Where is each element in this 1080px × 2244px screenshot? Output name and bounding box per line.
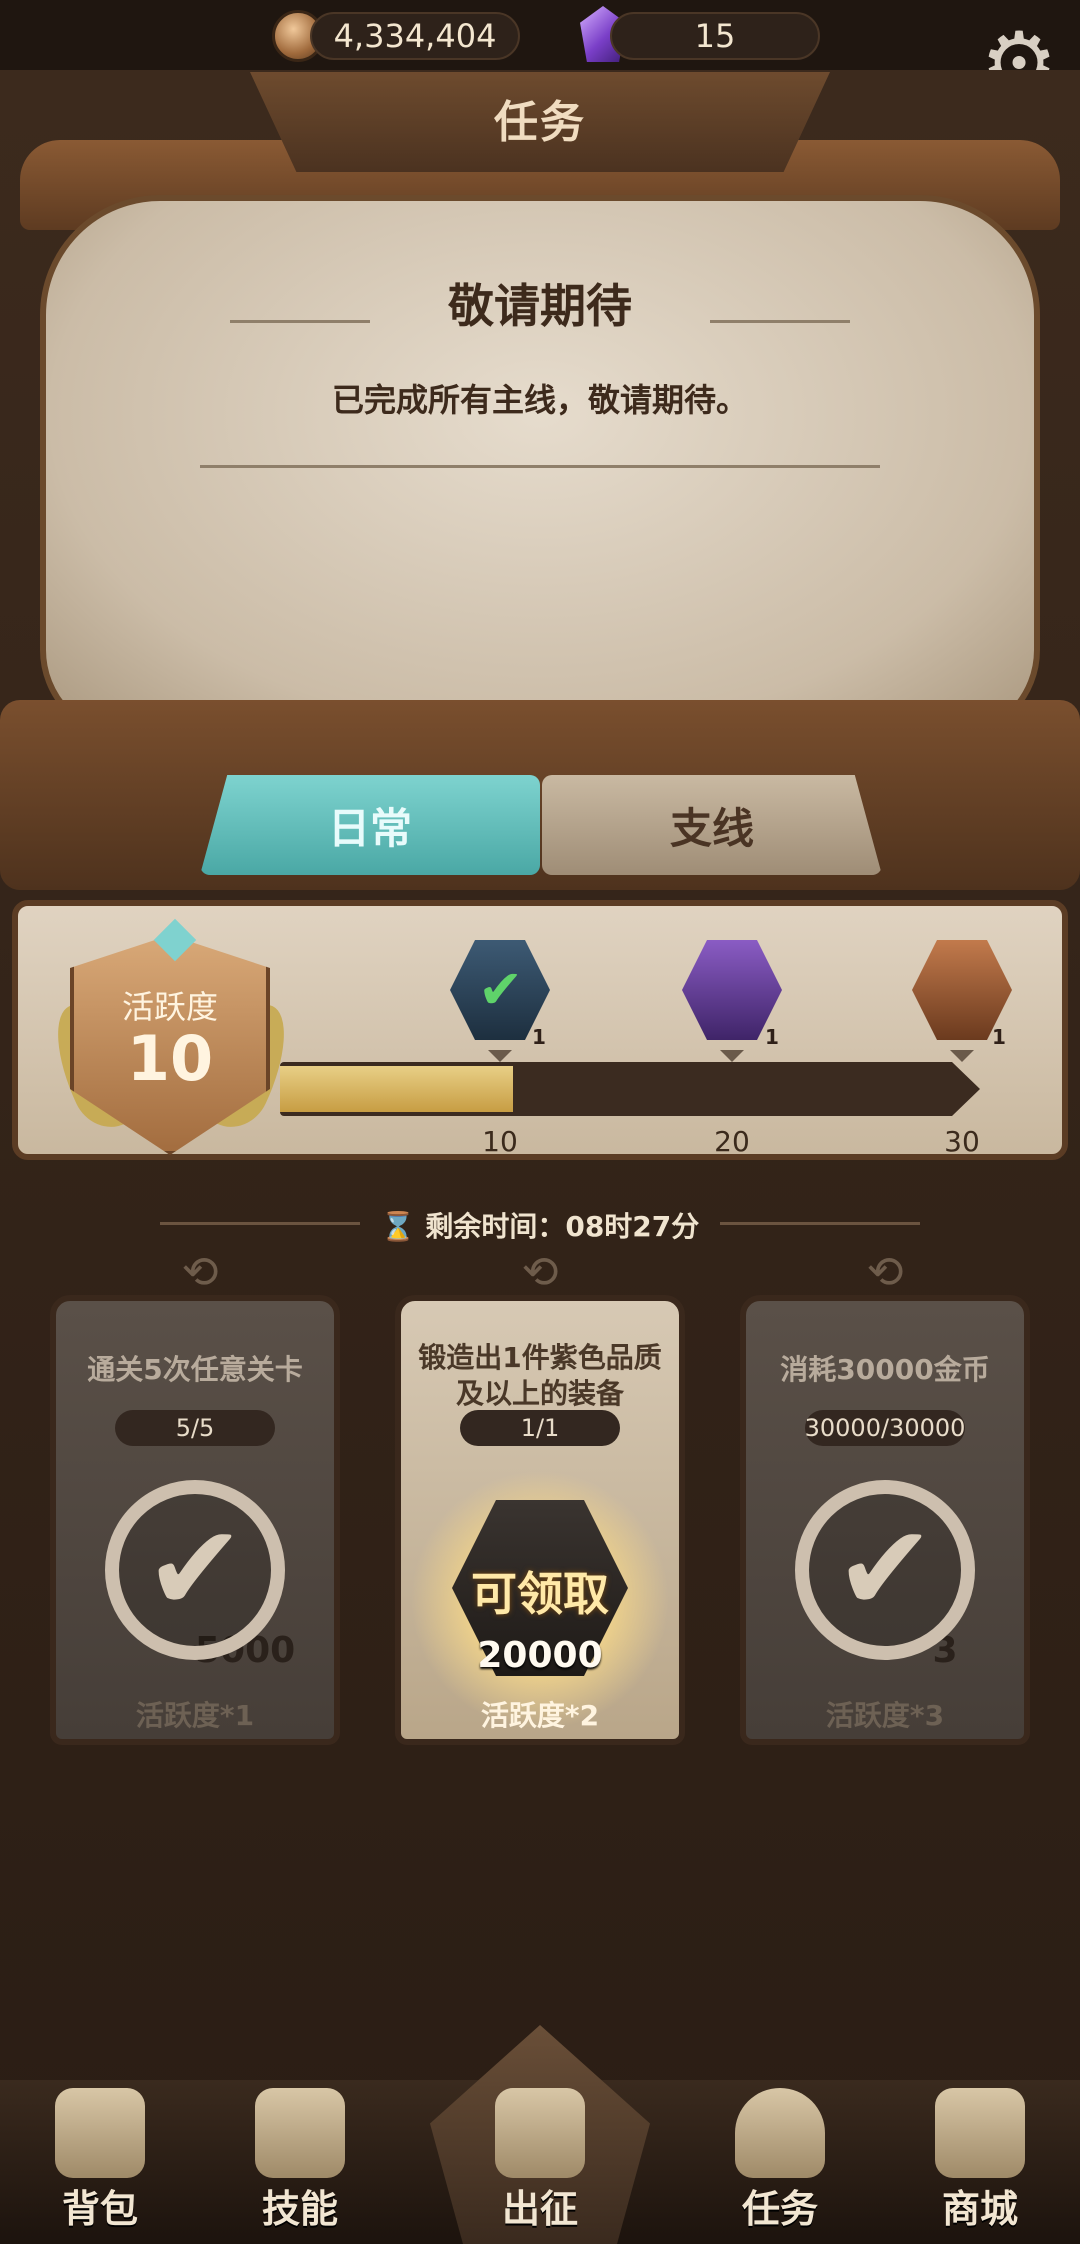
quest-title: 消耗30000金币 [780, 1353, 990, 1386]
notice-divider [200, 465, 880, 468]
nav-skills[interactable]: 技能 [210, 2080, 390, 2233]
refresh-arrows-icon: ⟲ [866, 1247, 904, 1298]
notice-body: 已完成所有主线，敬请期待。 [331, 381, 748, 419]
nav-label: 背包 [61, 2187, 138, 2231]
nav-label: 技能 [261, 2187, 338, 2231]
completed-check-icon: ✔ [105, 1480, 285, 1660]
sword-map-icon [495, 2088, 585, 2178]
page-title: 任务 [494, 97, 586, 148]
quest-activity-reward: 活跃度*3 [825, 1699, 945, 1732]
gem-counter: 15 [610, 12, 820, 60]
bag-icon [55, 2088, 145, 2178]
gem-amount: 15 [694, 17, 736, 55]
refresh-arrows-icon: ⟲ [521, 1247, 559, 1298]
nav-label: 任务 [741, 2187, 818, 2231]
crown-shop-icon [935, 2088, 1025, 2178]
completed-check-icon: ✔ [795, 1480, 975, 1660]
quest-title: 锻造出1件紫色品质及以上的装备 [418, 1341, 662, 1410]
chest-count: 1 [992, 1025, 1006, 1049]
horn-icon [735, 2088, 825, 2178]
milestone-marker [720, 1050, 744, 1062]
nav-label: 出征 [501, 2187, 578, 2231]
nav-shop[interactable]: 商城 [890, 2080, 1070, 2233]
milestone-marker [950, 1050, 974, 1062]
nav-label: 商城 [941, 2187, 1018, 2231]
notice-heading: 敬请期待 [448, 279, 632, 333]
quest-reward-amount: 20000 [477, 1635, 603, 1676]
tab-daily[interactable]: 日常 [200, 775, 540, 875]
nav-quests[interactable]: 任务 [690, 2080, 870, 2233]
hourglass-icon: ⌛ [380, 1210, 416, 1243]
milestone-tick: 10 [482, 1125, 518, 1158]
top-resource-bar [0, 0, 1080, 70]
refresh-timer: ⌛ 剩余时间：08时27分 [300, 1205, 780, 1245]
tab-side-quests[interactable]: 支线 [542, 775, 882, 875]
chest-count: 1 [532, 1025, 546, 1049]
coin-counter: 4,334,404 [310, 12, 520, 60]
milestone-tick: 20 [714, 1125, 750, 1158]
wood-frame-middle [0, 700, 1080, 890]
activity-value: 10 [126, 1022, 214, 1095]
milestone-tick: 30 [944, 1125, 980, 1158]
activity-progress-fill [280, 1066, 514, 1112]
refresh-arrows-icon: ⟲ [181, 1247, 219, 1298]
tab-side-label: 支线 [669, 803, 754, 853]
quest-progress: 30000/30000 [805, 1410, 965, 1446]
nav-bag[interactable]: 背包 [10, 2080, 190, 2233]
claim-button[interactable]: 可领取 [430, 1558, 650, 1624]
tab-daily-label: 日常 [327, 803, 412, 853]
chest-count: 1 [765, 1025, 779, 1049]
nav-expedition[interactable]: 出征 [450, 2080, 630, 2233]
skill-book-icon [255, 2088, 345, 2178]
quest-activity-reward: 活跃度*2 [480, 1699, 600, 1732]
coin-amount: 4,334,404 [333, 17, 497, 55]
quest-activity-reward: 活跃度*1 [135, 1699, 255, 1732]
quest-progress: 1/1 [460, 1410, 620, 1446]
quest-title: 通关5次任意关卡 [87, 1353, 303, 1386]
claimed-check-icon: ✔ [478, 958, 524, 1021]
timer-text: 剩余时间：08时27分 [425, 1210, 700, 1243]
quest-progress: 5/5 [115, 1410, 275, 1446]
milestone-marker [488, 1050, 512, 1062]
